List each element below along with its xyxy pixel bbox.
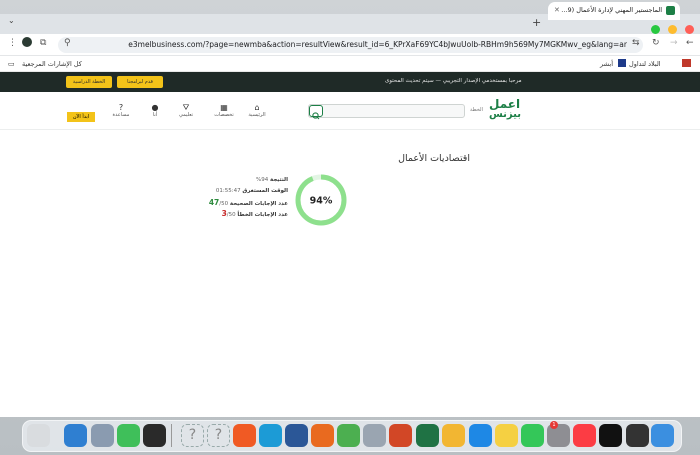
address-bar[interactable]: e3melbusiness.com/?page=newmba&action=re… <box>58 37 643 53</box>
nav-label: مساعدة <box>112 112 130 118</box>
folder-icon: ▭ <box>8 60 15 68</box>
stat-wrong: عدد الإجابات الخطأ 3/50 <box>200 208 288 219</box>
score-percent: 94% <box>310 196 333 207</box>
menu-dots-icon[interactable]: ⋮ <box>8 38 17 48</box>
unknown-app-icon[interactable]: ? <box>181 424 204 447</box>
find-my-icon[interactable] <box>117 424 140 447</box>
stat-total: /50 <box>219 201 229 207</box>
nav-home[interactable]: ⌂ الرئيسية <box>243 103 271 118</box>
profile-avatar[interactable] <box>22 37 32 47</box>
minimize-button[interactable] <box>668 25 678 34</box>
piano-icon[interactable] <box>626 424 649 447</box>
search-icon <box>312 112 320 120</box>
brave-icon[interactable] <box>233 424 256 447</box>
url-text: e3melbusiness.com/?page=newmba&action=re… <box>128 40 627 49</box>
preview-icon[interactable] <box>91 424 114 447</box>
result-stats: النتيجة 94% الوقت المستغرق 01:55:47 عدد … <box>200 175 288 219</box>
bookmark-favicon <box>682 59 691 67</box>
logo-text: بيزنس <box>489 109 521 120</box>
site-info-icon[interactable]: ⇆ <box>632 38 640 48</box>
programs-icon: ▦ <box>220 103 228 112</box>
stat-value: 94% <box>256 177 269 183</box>
announcement-text: مرحبا بمستخدمي الإصدار التجريبي — سيتم ت… <box>385 78 522 84</box>
web-page: الخطة الدراسية قدم لبرامجنا مرحبا بمستخد… <box>0 72 700 417</box>
chrome-icon[interactable] <box>337 424 360 447</box>
back-icon[interactable]: ← <box>686 38 694 48</box>
nav-learning[interactable]: ⛛ تعليمي <box>172 103 200 118</box>
stat-label: عدد الإجابات الصحيحة <box>229 201 288 207</box>
stat-label: عدد الإجابات الخطأ <box>237 212 288 218</box>
all-bookmarks-button[interactable]: كل الإشارات المرجعية <box>22 60 82 68</box>
bookmark-favicon <box>618 59 626 67</box>
logo-subtext: الخطة <box>470 107 483 113</box>
launchpad-icon[interactable] <box>363 424 386 447</box>
score-ring: 94% <box>295 174 347 226</box>
nav-label: تخصصات <box>214 112 234 118</box>
site-topbar: الخطة الدراسية قدم لبرامجنا مرحبا بمستخد… <box>0 72 700 92</box>
browser-toolbar: e3melbusiness.com/?page=newmba&action=re… <box>0 34 700 56</box>
zoom-icon[interactable]: ⚲ <box>64 38 71 48</box>
browser-tab[interactable]: ✕ الماجستير المهني لإدارة الأعمال (9... <box>548 2 680 20</box>
login-button[interactable]: ابدأ الآن <box>67 112 95 122</box>
bookmark-item[interactable]: أبشر <box>600 60 613 68</box>
stat-value: 01:55:47 <box>215 188 241 194</box>
site-logo[interactable]: اعمل بيزنس <box>489 98 521 125</box>
music-icon[interactable] <box>573 424 596 447</box>
nav-programs[interactable]: ▦ تخصصات <box>210 103 238 118</box>
tab-title: الماجستير المهني لإدارة الأعمال (9... <box>561 6 662 14</box>
apply-button[interactable]: قدم لبرامجنا <box>117 76 163 88</box>
stat-correct: عدد الإجابات الصحيحة 47/50 <box>200 197 288 208</box>
nav-label: أنا <box>152 112 158 118</box>
new-tab-button[interactable]: + <box>532 16 541 29</box>
maximize-button[interactable] <box>651 25 660 34</box>
help-icon: ? <box>118 103 124 112</box>
app-store-icon[interactable] <box>469 424 492 447</box>
settings-badge: 1 <box>550 421 558 429</box>
reload-icon[interactable]: ↻ <box>652 38 660 48</box>
nav-label: الرئيسية <box>248 112 266 118</box>
word-icon[interactable] <box>285 424 308 447</box>
finder-icon[interactable] <box>651 424 674 447</box>
bookmark-item[interactable]: البلاد لتداول <box>629 60 661 68</box>
stat-label: الوقت المستغرق <box>242 188 288 194</box>
system-settings-icon[interactable] <box>64 424 87 447</box>
learning-icon: ⛛ <box>182 103 190 112</box>
tab-search-icon[interactable]: ⌄ <box>8 16 15 25</box>
excel-icon[interactable] <box>416 424 439 447</box>
exam-title: اقتصاديات الأعمال <box>398 153 470 164</box>
stat-value: 47 <box>208 198 220 207</box>
user-icon: ● <box>151 103 159 112</box>
close-window-button[interactable] <box>685 25 695 34</box>
powerpoint-icon[interactable] <box>389 424 412 447</box>
unknown-app-icon[interactable]: ? <box>207 424 230 447</box>
stat-label: النتيجة <box>270 177 288 183</box>
facetime-icon[interactable] <box>521 424 544 447</box>
firefox-icon[interactable] <box>311 424 334 447</box>
dock-separator <box>171 424 172 447</box>
terminal-icon[interactable] <box>143 424 166 447</box>
pathway-button[interactable]: الخطة الدراسية <box>66 76 112 88</box>
notes-icon[interactable] <box>495 424 518 447</box>
search-button[interactable] <box>309 105 323 120</box>
stat-time: الوقت المستغرق 01:55:47 <box>200 186 288 197</box>
tab-favicon <box>666 6 675 15</box>
desktop-screen: ⌄ + ✕ الماجستير المهني لإدارة الأعمال (9… <box>0 0 700 455</box>
home-icon: ⌂ <box>254 103 260 112</box>
tab-close-icon[interactable]: ✕ <box>554 6 560 14</box>
trash-icon[interactable] <box>27 424 50 447</box>
forward-icon[interactable]: → <box>670 38 678 48</box>
stat-total: /50 <box>226 212 236 218</box>
extensions-icon[interactable]: ⧉ <box>40 38 46 48</box>
apple-tv-icon[interactable] <box>599 424 622 447</box>
nav-account[interactable]: ● أنا <box>141 103 169 118</box>
nav-label: تعليمي <box>178 112 194 118</box>
stat-score: النتيجة 94% <box>200 175 288 186</box>
edge-icon[interactable] <box>259 424 282 447</box>
nav-help[interactable]: ? مساعدة <box>107 103 135 118</box>
photos-icon[interactable] <box>442 424 465 447</box>
bookmarks-bar: كل الإشارات المرجعية ▭ البلاد لتداول أبش… <box>0 56 700 72</box>
site-search-input[interactable] <box>308 104 465 118</box>
